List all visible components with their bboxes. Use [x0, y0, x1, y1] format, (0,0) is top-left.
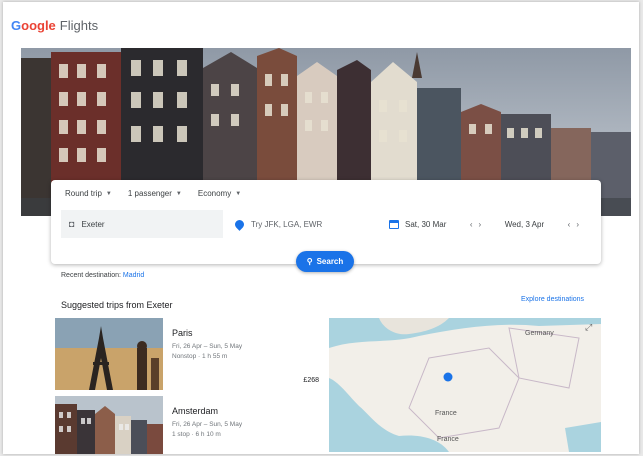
search-icon: ⚲ [306, 257, 313, 266]
trip-info: Amsterdam Fri, 26 Apr – Sun, 5 May 1 sto… [163, 396, 325, 454]
trip-city: Amsterdam [172, 406, 219, 416]
chevron-down-icon: ▼ [235, 190, 242, 197]
next-date-icon[interactable]: › [576, 220, 579, 229]
search-button-label: Search [316, 257, 344, 266]
passengers-label: 1 passenger [127, 189, 172, 198]
trip-card-paris[interactable]: Paris Fri, 26 Apr – Sun, 5 May Nonstop ·… [55, 318, 325, 390]
logo-wordmark: Google [11, 18, 56, 33]
recent-destination-link[interactable]: Madrid [123, 272, 144, 279]
google-flights-logo[interactable]: Google Flights [11, 18, 98, 33]
return-date[interactable]: Wed, 3 Apr [505, 220, 544, 229]
map-label-germany: Germany [525, 330, 554, 337]
destinations-map[interactable]: Germany France France ⤢ [329, 318, 601, 452]
cabin-class-label: Economy [197, 189, 232, 198]
destination-placeholder: Try JFK, LGA, EWR [251, 219, 323, 229]
recent-destination: Recent destination: Madrid [61, 272, 144, 279]
trip-info: Paris Fri, 26 Apr – Sun, 5 May Nonstop ·… [163, 318, 325, 390]
trip-type-label: Round trip [65, 189, 102, 198]
chevron-down-icon: ▼ [175, 190, 182, 197]
prev-date-icon[interactable]: ‹ [470, 220, 473, 229]
passengers-select[interactable]: 1 passenger ▼ [128, 189, 182, 198]
top-bar: Google Flights [3, 2, 639, 48]
paris-map-marker[interactable] [443, 372, 453, 382]
trip-details: 1 stop · 6 h 10 m [172, 431, 221, 438]
logo-g: G [11, 17, 22, 33]
origin-value: Exeter [81, 219, 105, 229]
cabin-class-select[interactable]: Economy ▼ [198, 189, 241, 198]
trip-card-amsterdam[interactable]: Amsterdam Fri, 26 Apr – Sun, 5 May 1 sto… [55, 396, 325, 454]
next-date-icon[interactable]: › [479, 220, 482, 229]
trip-details: Nonstop · 1 h 55 m [172, 353, 228, 360]
expand-map-icon[interactable]: ⤢ [585, 322, 592, 333]
dates-field[interactable]: Sat, 30 Mar ‹ › Wed, 3 Apr ‹ › [381, 210, 587, 238]
search-fields-row: ◘ Exeter Try JFK, LGA, EWR Sat, 30 Mar ‹… [61, 210, 591, 238]
trip-dates: Fri, 26 Apr – Sun, 5 May [172, 421, 243, 428]
chevron-down-icon: ▼ [105, 190, 112, 197]
search-button[interactable]: ⚲ Search [296, 251, 354, 272]
eiffel-tower-illustration [55, 318, 163, 390]
search-options-row: Round trip ▼ 1 passenger ▼ Economy ▼ [65, 189, 241, 198]
trip-price: £268 [303, 377, 319, 384]
trip-type-select[interactable]: Round trip ▼ [65, 189, 112, 198]
map-label-france: France [435, 410, 457, 417]
depart-date-stepper: ‹ › [470, 220, 481, 229]
depart-date[interactable]: Sat, 30 Mar [389, 219, 447, 229]
amsterdam-image [55, 396, 163, 454]
browser-page: Google Flights Round trip ▼ 1 passenger … [3, 2, 639, 454]
trip-city: Paris [172, 328, 193, 338]
location-pin-icon [233, 217, 246, 231]
map-label-france-2: France [437, 436, 459, 443]
return-date-value: Wed, 3 Apr [504, 219, 545, 229]
suggested-trips-title: Suggested trips from Exeter [61, 300, 173, 310]
europe-map-illustration [329, 318, 601, 452]
return-date-stepper: ‹ › [568, 220, 579, 229]
depart-date-value: Sat, 30 Mar [405, 219, 447, 229]
logo-rest: oogle [21, 17, 56, 33]
product-name: Flights [59, 17, 99, 33]
amsterdam-houses-illustration [55, 396, 163, 454]
origin-field[interactable]: ◘ Exeter [61, 210, 223, 238]
origin-circle-icon: ◘ [69, 219, 75, 229]
trip-dates: Fri, 26 Apr – Sun, 5 May [172, 343, 243, 350]
calendar-icon [389, 219, 399, 229]
destination-field[interactable]: Try JFK, LGA, EWR [227, 210, 377, 238]
recent-label: Recent destination: [61, 272, 121, 279]
explore-destinations-link[interactable]: Explore destinations [521, 296, 584, 303]
paris-image [55, 318, 163, 390]
prev-date-icon[interactable]: ‹ [568, 220, 571, 229]
